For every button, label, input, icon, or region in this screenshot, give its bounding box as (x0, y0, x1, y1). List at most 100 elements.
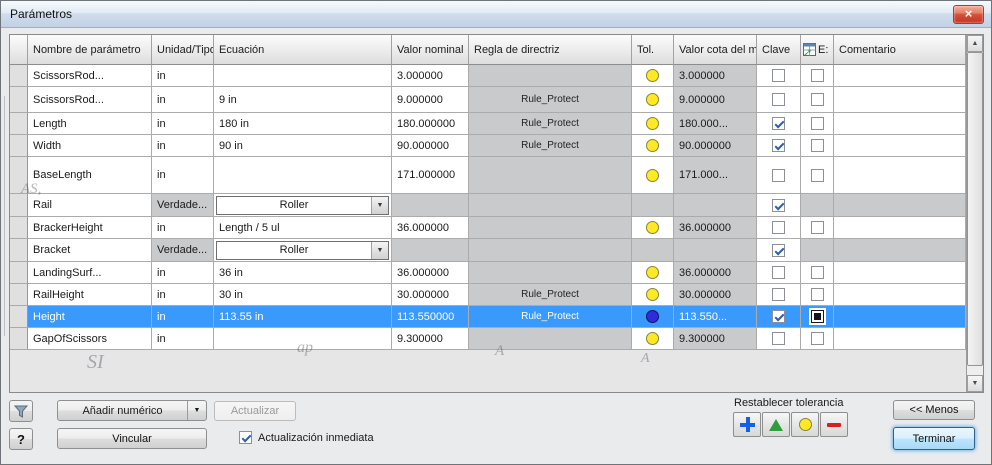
tolerance-nominal-button[interactable] (791, 412, 819, 437)
cell-export[interactable] (801, 113, 834, 135)
row-selector[interactable] (10, 328, 28, 350)
table-row[interactable]: ScissorsRod... in 3.000000 3.000000 (10, 65, 966, 87)
cell-equation[interactable] (214, 157, 392, 194)
export-checkbox[interactable] (810, 310, 824, 323)
title-bar[interactable]: Parámetros × (1, 1, 991, 28)
cell-tolerance[interactable] (632, 113, 674, 135)
cell-equation[interactable]: Roller ▼ (214, 194, 392, 217)
key-checkbox[interactable] (772, 288, 785, 301)
table-row[interactable]: Width in 90 in 90.000000 Rule_Protect 90… (10, 135, 966, 157)
tolerance-dot[interactable] (646, 221, 659, 234)
row-selector[interactable] (10, 262, 28, 284)
cell-comment[interactable] (834, 306, 966, 328)
key-checkbox[interactable] (772, 69, 785, 82)
key-checkbox[interactable] (772, 310, 785, 323)
cell-key[interactable] (757, 65, 801, 87)
tolerance-dot[interactable] (646, 93, 659, 106)
cell-parameter-name[interactable]: Height (28, 306, 152, 328)
chevron-down-icon[interactable]: ▼ (371, 196, 388, 214)
cell-equation[interactable]: 36 in (214, 262, 392, 284)
key-checkbox[interactable] (772, 243, 785, 257)
export-checkbox[interactable] (810, 69, 824, 82)
cell-export[interactable] (801, 262, 834, 284)
table-row[interactable]: Bracket Verdade... Roller ▼ (10, 239, 966, 262)
table-row[interactable]: BaseLength in 171.000000 171.000... (10, 157, 966, 194)
cell-equation[interactable]: Roller ▼ (214, 239, 392, 262)
cell-equation[interactable]: 9 in (214, 87, 392, 113)
cell-parameter-name[interactable]: Width (28, 135, 152, 157)
export-checkbox[interactable] (810, 139, 824, 152)
export-checkbox[interactable] (810, 288, 824, 301)
cell-key[interactable] (757, 194, 801, 217)
cell-parameter-name[interactable]: Length (28, 113, 152, 135)
cell-tolerance[interactable] (632, 328, 674, 350)
cell-key[interactable] (757, 262, 801, 284)
cell-parameter-name[interactable]: Rail (28, 194, 152, 217)
cell-tolerance[interactable] (632, 65, 674, 87)
cell-comment[interactable] (834, 284, 966, 306)
export-checkbox[interactable] (810, 266, 824, 279)
row-selector[interactable] (10, 194, 28, 217)
chevron-down-icon[interactable]: ▼ (187, 401, 206, 420)
link-button[interactable]: Vincular (57, 428, 207, 449)
cell-tolerance[interactable] (632, 157, 674, 194)
cell-parameter-name[interactable]: LandingSurf... (28, 262, 152, 284)
cell-export[interactable] (801, 217, 834, 239)
cell-export[interactable] (801, 157, 834, 194)
row-selector[interactable] (10, 65, 28, 87)
key-checkbox[interactable] (772, 332, 785, 345)
cell-export[interactable] (801, 65, 834, 87)
cell-comment[interactable] (834, 113, 966, 135)
cell-equation[interactable]: 90 in (214, 135, 392, 157)
cell-equation[interactable]: 180 in (214, 113, 392, 135)
tolerance-dot[interactable] (646, 117, 659, 130)
equation-dropdown[interactable]: Roller ▼ (216, 195, 389, 215)
cell-tolerance[interactable] (632, 87, 674, 113)
row-selector[interactable] (10, 157, 28, 194)
cell-tolerance[interactable] (632, 135, 674, 157)
key-checkbox[interactable] (772, 266, 785, 279)
cell-parameter-name[interactable]: BrackerHeight (28, 217, 152, 239)
cell-comment[interactable] (834, 262, 966, 284)
tolerance-dot[interactable] (646, 139, 659, 152)
table-row[interactable]: BrackerHeight in Length / 5 ul 36.000000… (10, 217, 966, 239)
scroll-up-button[interactable]: ▲ (967, 35, 983, 52)
table-row-selected[interactable]: Height in 113.55 in 113.550000 Rule_Prot… (10, 306, 966, 328)
cell-equation[interactable] (214, 328, 392, 350)
equation-dropdown[interactable]: Roller ▼ (216, 240, 389, 260)
key-checkbox[interactable] (772, 221, 785, 234)
row-selector[interactable] (10, 306, 28, 328)
cell-tolerance[interactable] (632, 284, 674, 306)
cell-comment[interactable] (834, 217, 966, 239)
chevron-down-icon[interactable]: ▼ (371, 241, 388, 259)
less-button[interactable]: << Menos (893, 400, 975, 420)
row-selector[interactable] (10, 217, 28, 239)
close-button[interactable]: × (953, 5, 984, 24)
export-checkbox[interactable] (810, 168, 824, 182)
row-selector[interactable] (10, 135, 28, 157)
cell-parameter-name[interactable]: Bracket (28, 239, 152, 262)
filter-button[interactable] (9, 400, 33, 422)
cell-parameter-name[interactable]: RailHeight (28, 284, 152, 306)
cell-key[interactable] (757, 239, 801, 262)
export-checkbox[interactable] (810, 117, 824, 130)
cell-parameter-name[interactable]: BaseLength (28, 157, 152, 194)
table-row[interactable]: GapOfScissors in 9.300000 9.300000 (10, 328, 966, 350)
cell-key[interactable] (757, 284, 801, 306)
key-checkbox[interactable] (772, 198, 785, 212)
tolerance-dot[interactable] (646, 288, 659, 301)
export-checkbox[interactable] (810, 221, 824, 234)
cell-key[interactable] (757, 135, 801, 157)
cell-tolerance[interactable] (632, 306, 674, 328)
add-numeric-button[interactable]: Añadir numérico ▼ (57, 400, 207, 421)
cell-key[interactable] (757, 306, 801, 328)
tolerance-lower-button[interactable] (820, 412, 848, 437)
tolerance-upper-button[interactable] (733, 412, 761, 437)
cell-comment[interactable] (834, 65, 966, 87)
cell-key[interactable] (757, 157, 801, 194)
tolerance-dot[interactable] (646, 168, 659, 182)
cell-comment[interactable] (834, 87, 966, 113)
cell-equation[interactable] (214, 65, 392, 87)
cell-export[interactable] (801, 306, 834, 328)
table-row[interactable]: RailHeight in 30 in 30.000000 Rule_Prote… (10, 284, 966, 306)
